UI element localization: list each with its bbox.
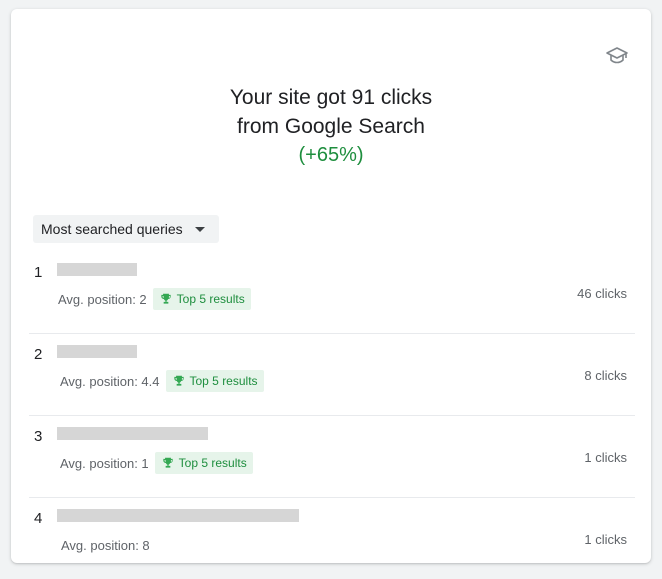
query-meta: Avg. position: 8 [61,538,150,553]
trophy-icon [173,375,184,386]
query-rank: 3 [34,428,43,445]
avg-position: Avg. position: 1 [60,455,149,471]
query-row-4[interactable]: 4 Avg. position: 8 1 clicks [29,498,635,579]
query-meta: Avg. position: 1 Top 5 results [60,452,253,474]
top-results-badge: Top 5 results [152,288,251,310]
query-meta: Avg. position: 4.4 Top 5 results [60,370,264,392]
avg-position: Avg. position: 4.4 [60,373,160,389]
query-rank: 4 [34,510,43,527]
redacted-query [57,427,208,440]
query-rank: 1 [34,264,43,281]
badge-label: Top 5 results [178,456,247,470]
headline: Your site got 91 clicks from Google Sear… [11,83,651,170]
redacted-query [57,263,137,276]
badge-label: Top 5 results [189,374,258,388]
query-clicks: 1 clicks [584,532,627,547]
dropdown-label: Most searched queries [41,221,183,237]
badge-label: Top 5 results [176,292,245,306]
query-row-3[interactable]: 3 Avg. position: 1 Top 5 results 1 click… [29,416,635,498]
headline-line-1: Your site got 91 clicks [229,86,433,109]
caret-down-icon [194,226,205,232]
query-meta: Avg. position: 2 Top 5 results [58,288,251,310]
top-results-badge: Top 5 results [165,370,264,392]
query-list: 1 Avg. position: 2 Top 5 results 46 clic… [29,252,635,579]
graduation-cap-icon[interactable] [605,44,629,68]
query-clicks: 46 clicks [577,286,627,301]
avg-position: Avg. position: 2 [58,291,147,307]
top-results-badge: Top 5 results [154,452,253,474]
query-rank: 2 [34,346,43,363]
trophy-icon [160,293,171,304]
headline-line-2: from Google Search [237,115,425,138]
search-clicks-card: Your site got 91 clicks from Google Sear… [11,9,651,563]
query-clicks: 8 clicks [584,368,627,383]
trophy-icon [162,457,173,468]
query-clicks: 1 clicks [584,450,627,465]
query-row-1[interactable]: 1 Avg. position: 2 Top 5 results 46 clic… [29,252,635,334]
query-row-2[interactable]: 2 Avg. position: 4.4 Top 5 results 8 cli… [29,334,635,416]
headline-delta: (+65%) [298,144,364,166]
redacted-query [57,345,137,358]
avg-position: Avg. position: 8 [61,538,150,553]
query-type-dropdown[interactable]: Most searched queries [33,215,219,243]
redacted-query [57,509,299,522]
